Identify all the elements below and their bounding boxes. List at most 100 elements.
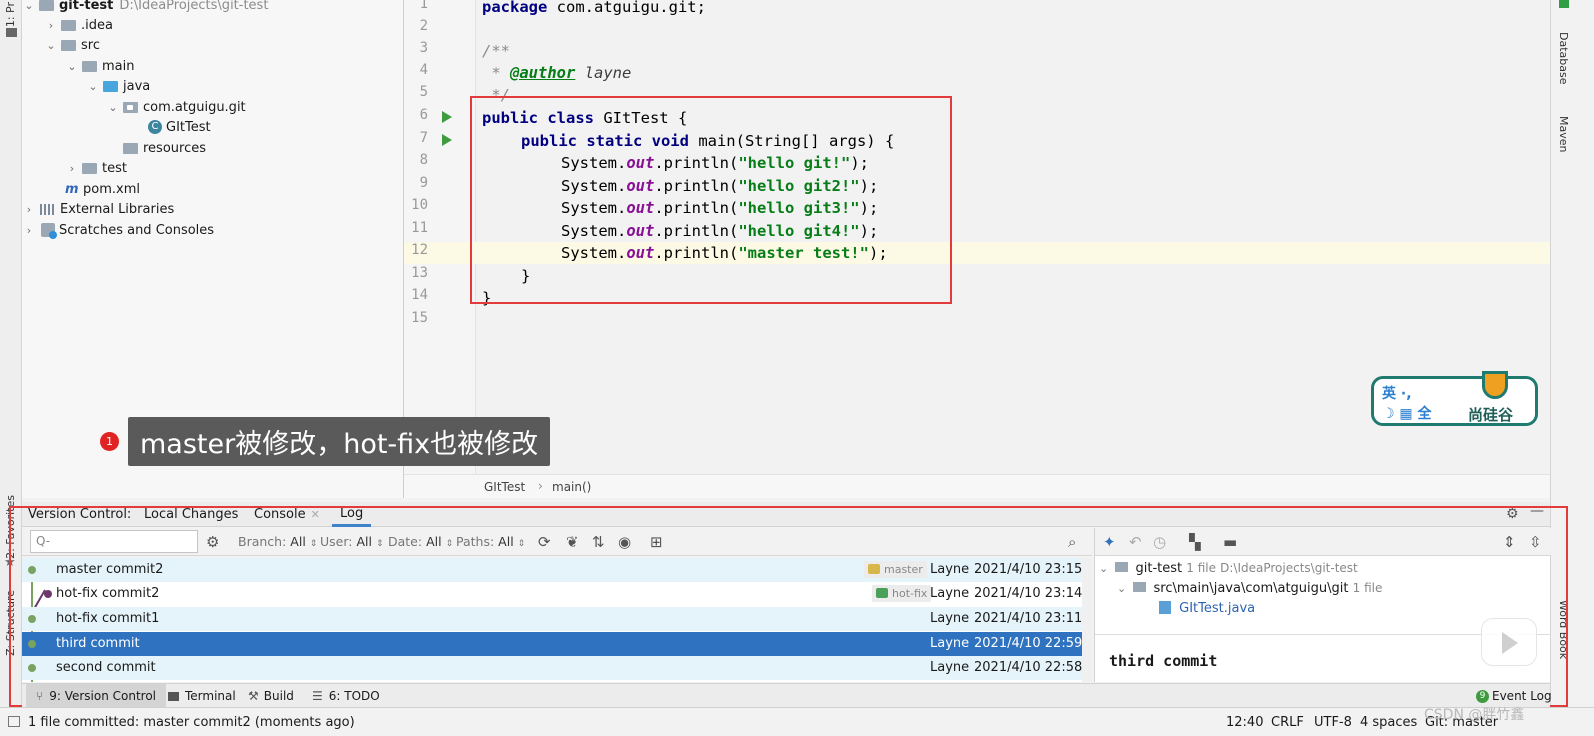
annotation-number: 1 <box>100 432 119 451</box>
line-number: 11 <box>411 220 428 236</box>
source-folder-icon <box>103 80 118 92</box>
tab-version-control[interactable]: ⑂ 9: Version Control <box>26 684 167 708</box>
line-number: 14 <box>411 287 428 303</box>
event-log-label: Event Log <box>1492 689 1552 703</box>
logo-icon <box>1482 371 1508 399</box>
watermark-line1: 英 ·, <box>1382 386 1412 402</box>
database-tool-button[interactable]: Database <box>1557 32 1570 85</box>
line-number: 2 <box>419 18 428 34</box>
tree-root[interactable]: ⌄ git-test D:\IdeaProjects\git-test <box>22 0 268 15</box>
vc-highlight-box <box>9 506 1568 707</box>
chevron-down-icon[interactable]: ⌄ <box>86 80 100 93</box>
java-class-icon: C <box>148 120 162 134</box>
line-number: 5 <box>419 84 428 100</box>
code-line-1: package com.atguigu.git; <box>482 0 706 16</box>
tree-item-resources[interactable]: resources <box>106 138 206 158</box>
tree-item-label: GItTest <box>166 119 211 135</box>
code-line-4: * @author layne <box>482 64 632 82</box>
status-bar: 1 file committed: master commit2 (moment… <box>0 707 1594 736</box>
file-encoding[interactable]: UTF-8 <box>1314 715 1352 730</box>
tree-item-test[interactable]: › test <box>65 158 127 178</box>
line-number: 8 <box>419 152 428 168</box>
resources-folder-icon <box>123 142 138 154</box>
tree-item-label: com.atguigu.git <box>143 99 246 115</box>
line-number: 6 <box>419 107 428 123</box>
code-line-3: /** <box>482 42 510 60</box>
line-number: 12 <box>411 242 428 258</box>
tab-label: Build <box>263 689 294 703</box>
watermark-brand: 尚硅谷 <box>1468 406 1514 424</box>
chevron-down-icon[interactable]: ⌄ <box>106 101 120 114</box>
scratches-icon <box>41 223 57 239</box>
tab-todo[interactable]: ☰ 6: TODO <box>312 684 380 708</box>
hammer-icon: ⚒ <box>248 689 259 703</box>
project-tool-button[interactable]: 1: Pr <box>4 2 17 27</box>
chevron-right-icon[interactable]: › <box>44 19 58 32</box>
tab-label: 6: TODO <box>328 689 380 703</box>
tree-item-label: resources <box>143 140 207 156</box>
indent-setting[interactable]: 4 spaces <box>1360 715 1417 730</box>
tree-item-pom[interactable]: m pom.xml <box>65 179 140 199</box>
tree-item-main[interactable]: ⌄ main <box>65 56 134 76</box>
caret-position[interactable]: 12:40 <box>1226 715 1263 730</box>
maven-tool-button[interactable]: Maven <box>1557 116 1570 152</box>
tree-item-java[interactable]: ⌄ java <box>86 76 150 96</box>
window-icon[interactable] <box>8 716 20 727</box>
line-number: 4 <box>419 62 428 78</box>
run-class-icon[interactable] <box>442 111 452 123</box>
chevron-right-icon[interactable]: › <box>22 224 36 237</box>
chevron-right-icon: › <box>538 479 543 493</box>
code-highlight-box <box>470 96 952 304</box>
tree-item-label: test <box>102 160 127 176</box>
breadcrumb: GItTest › main() <box>404 474 1550 498</box>
tree-item-scratches[interactable]: › Scratches and Consoles <box>22 220 214 240</box>
maven-icon: m <box>65 181 79 197</box>
chevron-down-icon[interactable]: ⌄ <box>44 39 58 52</box>
line-number: 1 <box>419 0 428 12</box>
tree-item-label: External Libraries <box>60 201 175 217</box>
line-number: 9 <box>419 175 428 191</box>
list-icon: ☰ <box>312 689 323 703</box>
tab-label: 9: Version Control <box>49 689 157 703</box>
tree-item-label: Scratches and Consoles <box>59 222 215 238</box>
terminal-icon <box>168 691 179 701</box>
breadcrumb-class[interactable]: GItTest <box>484 480 525 494</box>
breadcrumb-method[interactable]: main() <box>552 480 591 494</box>
tree-item-label: java <box>123 78 151 94</box>
tree-item-label: main <box>102 58 135 74</box>
root-name: git-test <box>59 0 114 13</box>
csdn-watermark: CSDN @胖竹鑫 <box>1424 707 1525 723</box>
line-number: 15 <box>411 310 428 326</box>
tab-build[interactable]: ⚒ Build <box>248 684 294 708</box>
tree-item-label: src <box>81 37 100 53</box>
event-log-count: 9 <box>1476 689 1489 703</box>
tree-item-class[interactable]: C GItTest <box>148 117 211 137</box>
git-branch-icon: ⑂ <box>36 689 44 703</box>
chevron-right-icon[interactable]: › <box>22 203 36 216</box>
folder-icon <box>82 60 97 72</box>
chevron-down-icon[interactable]: ⌄ <box>22 0 36 12</box>
line-number: 13 <box>411 265 428 281</box>
tree-item-package[interactable]: ⌄ com.atguigu.git <box>106 97 246 117</box>
tab-label: Terminal <box>185 689 236 703</box>
run-main-icon[interactable] <box>442 134 452 146</box>
tree-item-external-libraries[interactable]: › External Libraries <box>22 199 174 219</box>
tool-window-bar: ⑂ 9: Version Control Terminal ⚒ Build ☰ 6: … <box>22 683 1552 708</box>
chevron-right-icon[interactable]: › <box>65 162 79 175</box>
folder-icon <box>61 39 76 51</box>
module-folder-icon <box>39 0 54 11</box>
folder-icon <box>82 162 97 174</box>
chevron-down-icon[interactable]: ⌄ <box>65 60 79 73</box>
line-number: 3 <box>419 40 428 56</box>
annotation-caption: master被修改，hot-fix也被修改 <box>128 417 551 466</box>
watermark-line2: ☽ ▦ 全 <box>1382 406 1432 422</box>
root-path: D:\IdeaProjects\git-test <box>119 0 269 13</box>
package-icon <box>123 101 138 113</box>
line-separator[interactable]: CRLF <box>1271 715 1304 730</box>
tree-item-idea[interactable]: › .idea <box>44 15 113 35</box>
tree-item-label: .idea <box>81 17 113 33</box>
tree-item-src[interactable]: ⌄ src <box>44 35 100 55</box>
tab-terminal[interactable]: Terminal <box>168 684 236 708</box>
tree-item-label: pom.xml <box>83 181 140 197</box>
status-message[interactable]: 1 file committed: master commit2 (moment… <box>28 715 355 730</box>
